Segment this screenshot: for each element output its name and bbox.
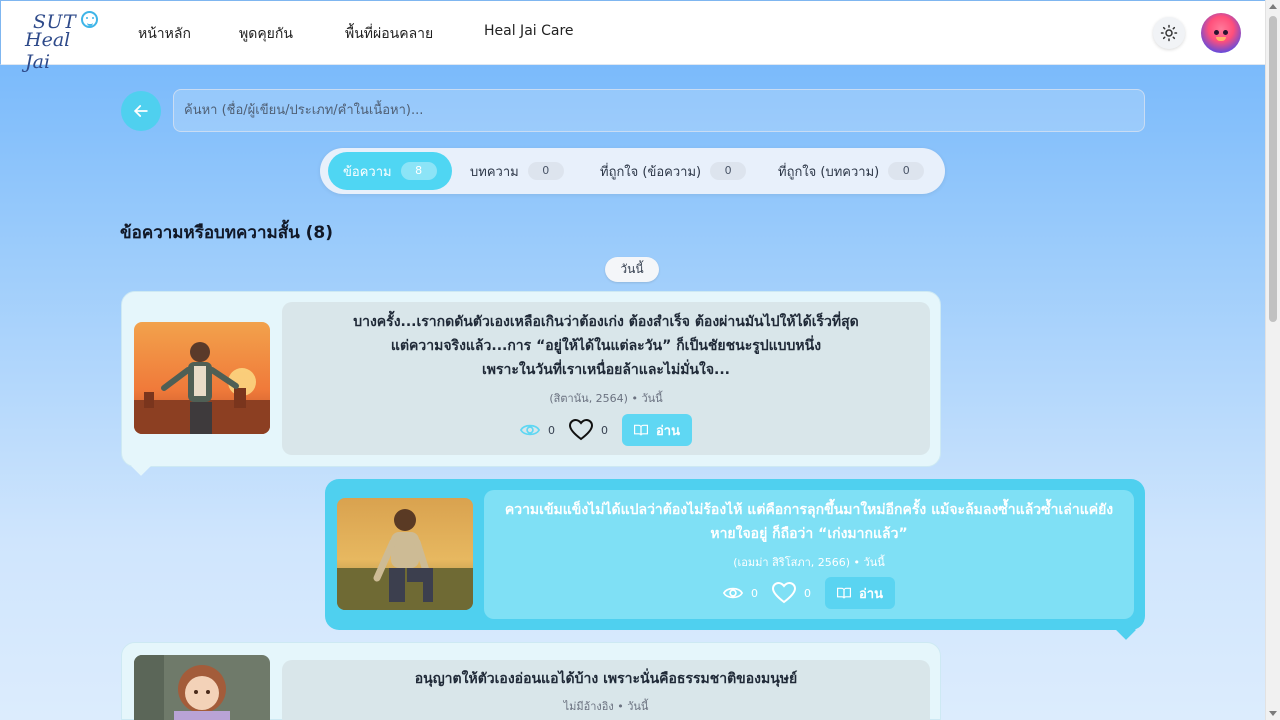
tab-liked-messages[interactable]: ที่ถูกใจ (ข้อความ) 0: [600, 152, 770, 190]
eye-icon: [520, 424, 540, 436]
nav-healjai-care[interactable]: Heal Jai Care: [484, 23, 574, 39]
message-meta: (สิตานัน, 2564) • วันนี้: [549, 392, 663, 405]
like-button[interactable]: 0: [569, 419, 608, 441]
tab-label: ที่ถูกใจ (ข้อความ): [600, 164, 702, 180]
search-input[interactable]: [173, 89, 1145, 132]
message-actions: 0 0 อ่าน: [484, 577, 1134, 609]
user-avatar[interactable]: [1201, 13, 1241, 53]
page-scrollbar[interactable]: [1265, 0, 1280, 720]
speech-tail: [131, 456, 151, 476]
arrow-left-icon: [134, 105, 148, 117]
view-count: 0: [723, 585, 758, 601]
message-text: อนุญาตให้ตัวเองอ่อนแอได้บ้าง เพราะนั่นคื…: [282, 667, 930, 691]
message-panel: ความเข้มแข็งไม่ได้แปลว่าต้องไม่ร้องไห้ แ…: [484, 490, 1134, 619]
top-navbar: SUT Heal Jai หน้าหลัก พูดคุยกัน พื้นที่ผ…: [0, 0, 1265, 73]
book-icon: [837, 587, 851, 599]
like-count-value: 0: [804, 586, 811, 600]
read-button-label: อ่าน: [656, 423, 680, 439]
book-icon: [634, 424, 648, 436]
message-line: ความเข้มแข็งไม่ได้แปลว่าต้องไม่ร้องไห้ แ…: [504, 502, 1114, 518]
tab-label: ที่ถูกใจ (บทความ): [778, 164, 880, 180]
nav-relax[interactable]: พื้นที่ผ่อนคลาย: [345, 23, 433, 45]
message-line: บางครั้ง...เรากดดันตัวเองเหลือเกินว่าต้อ…: [353, 314, 859, 330]
message-card: อนุญาตให้ตัวเองอ่อนแอได้บ้าง เพราะนั่นคื…: [121, 642, 941, 720]
heart-icon: [772, 582, 796, 604]
scrollbar-thumb[interactable]: [1269, 16, 1277, 322]
message-meta: (เอมม่า สิริโสภา, 2566) • วันนี้: [733, 556, 885, 569]
avatar-eye: [1223, 30, 1228, 35]
site-logo[interactable]: SUT Heal Jai: [25, 9, 101, 73]
section-title: ข้อความหรือบทความสั้น (8): [120, 223, 333, 243]
tab-liked-articles[interactable]: ที่ถูกใจ (บทความ) 0: [778, 152, 938, 190]
scroll-up-icon[interactable]: [1269, 4, 1277, 9]
like-button[interactable]: 0: [772, 582, 811, 604]
nav-home[interactable]: หน้าหลัก: [138, 23, 191, 45]
logo-text-healjai: Heal Jai: [25, 29, 71, 73]
smile-face-icon: [81, 11, 98, 28]
speech-tail: [1116, 620, 1136, 640]
content-tabs: ข้อความ 8 บทความ 0 ที่ถูกใจ (ข้อความ) 0 …: [320, 148, 945, 194]
message-line: หายใจอยู่ ก็ถือว่า “เก่งมากแล้ว”: [710, 526, 908, 542]
message-card: บางครั้ง...เรากดดันตัวเองเหลือเกินว่าต้อ…: [121, 291, 941, 476]
message-text: บางครั้ง...เรากดดันตัวเองเหลือเกินว่าต้อ…: [282, 310, 930, 382]
message-meta: ไม่มีอ้างอิง • วันนี้: [563, 700, 649, 713]
message-image: [337, 498, 473, 610]
eye-icon: [723, 587, 743, 599]
message-line: เพราะในวันที่เราเหนื่อยล้าและไม่มั่นใจ..…: [482, 362, 730, 378]
tab-articles[interactable]: บทความ 0: [470, 152, 580, 190]
message-panel: อนุญาตให้ตัวเองอ่อนแอได้บ้าง เพราะนั่นคื…: [282, 660, 930, 720]
message-card: ความเข้มแข็งไม่ได้แปลว่าต้องไม่ร้องไห้ แ…: [325, 479, 1145, 640]
read-button[interactable]: อ่าน: [825, 577, 895, 609]
tab-count-badge: 0: [710, 162, 747, 180]
avatar-eye: [1214, 30, 1219, 35]
heart-icon: [569, 419, 593, 441]
message-line: แต่ความจริงแล้ว...การ “อยู่ให้ได้ในแต่ละ…: [390, 338, 822, 354]
message-actions: 0 0 อ่าน: [282, 414, 930, 446]
sun-icon: [1160, 24, 1178, 42]
date-separator: วันนี้: [605, 257, 659, 282]
view-count: 0: [520, 422, 555, 438]
message-text: ความเข้มแข็งไม่ได้แปลว่าต้องไม่ร้องไห้ แ…: [484, 498, 1134, 546]
tab-label: ข้อความ: [343, 164, 392, 180]
tab-count-badge: 0: [888, 162, 925, 180]
avatar-mouth: [1216, 37, 1226, 41]
read-button-label: อ่าน: [859, 586, 883, 602]
message-line: อนุญาตให้ตัวเองอ่อนแอได้บ้าง เพราะนั่นคื…: [414, 671, 798, 687]
view-count-value: 0: [548, 423, 555, 437]
scroll-down-icon[interactable]: [1269, 711, 1277, 716]
message-image: [134, 655, 270, 720]
nav-chat[interactable]: พูดคุยกัน: [239, 23, 293, 45]
theme-toggle-button[interactable]: [1153, 17, 1185, 49]
read-button[interactable]: อ่าน: [622, 414, 692, 446]
tab-label: บทความ: [470, 164, 519, 180]
view-count-value: 0: [751, 586, 758, 600]
message-panel: บางครั้ง...เรากดดันตัวเองเหลือเกินว่าต้อ…: [282, 302, 930, 455]
tab-messages[interactable]: ข้อความ 8: [328, 152, 452, 190]
message-image: [134, 322, 270, 434]
like-count-value: 0: [601, 423, 608, 437]
back-button[interactable]: [121, 91, 161, 131]
tab-count-badge: 8: [400, 162, 437, 180]
tab-count-badge: 0: [527, 162, 564, 180]
